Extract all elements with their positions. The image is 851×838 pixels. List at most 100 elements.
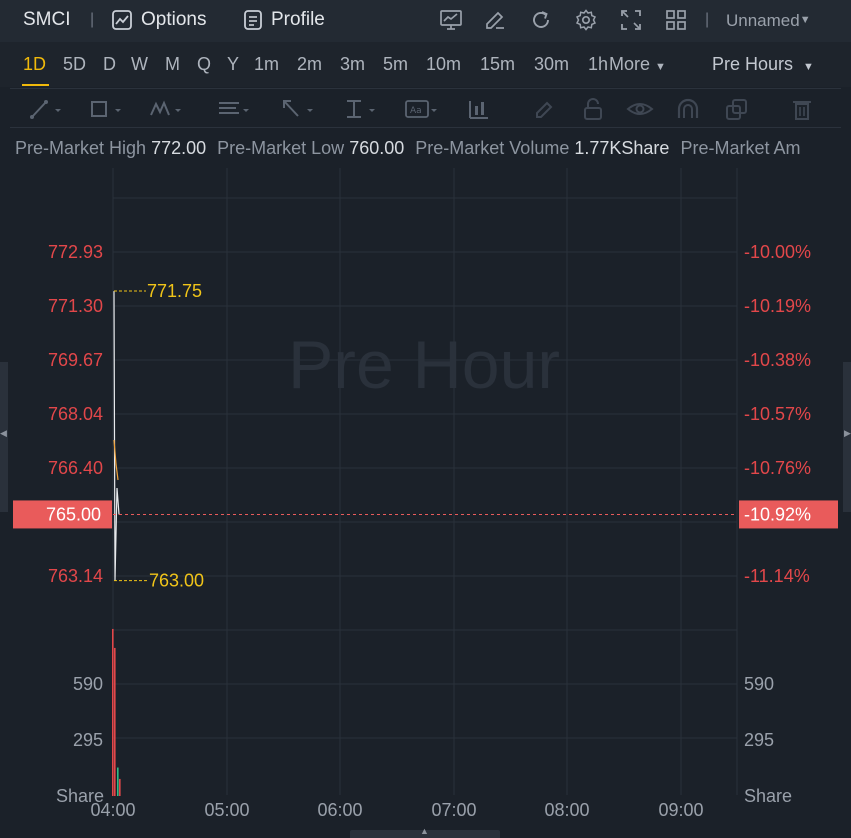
price-series xyxy=(113,291,120,581)
volume-axis: 590 590295 295Share Share xyxy=(56,674,792,806)
time-tick-label: 05:00 xyxy=(204,800,249,820)
options-tab[interactable]: Options xyxy=(111,9,206,31)
time-tick-label: 04:00 xyxy=(90,800,135,820)
timeframe-m[interactable]: M xyxy=(165,54,180,75)
fibonacci-tool-icon[interactable] xyxy=(216,97,250,121)
time-tick-label: 09:00 xyxy=(658,800,703,820)
more-dropdown[interactable]: More ▼ xyxy=(609,54,666,75)
pencil-icon[interactable] xyxy=(529,97,563,121)
chevron-left-icon: ◀ xyxy=(0,428,7,438)
refresh-icon[interactable] xyxy=(529,8,553,32)
price-tick-label: 771.30 xyxy=(48,296,103,316)
time-tick-label: 07:00 xyxy=(431,800,476,820)
copy-icon[interactable] xyxy=(720,97,754,121)
price-chart[interactable]: Pre Hour 772.93771.30769.67768.04766.407… xyxy=(0,168,851,830)
chevron-right-icon: ▶ xyxy=(844,428,851,438)
volume-bars xyxy=(112,628,121,796)
candle-tool-icon[interactable] xyxy=(466,97,500,121)
price-tick-label: 772.93 xyxy=(48,242,103,262)
premarket-low-value: 760.00 xyxy=(349,138,405,158)
separator: | xyxy=(90,11,95,28)
premarket-low-label: Pre-Market Low xyxy=(217,138,345,158)
volume-tick-label: 590 xyxy=(73,674,103,694)
left-panel-toggle[interactable]: ◀ xyxy=(0,362,8,512)
price-tick-label: 763.14 xyxy=(48,566,103,586)
volume-bar xyxy=(117,767,119,796)
timeframe-bar: 1D 5D D W M Q Y 1m 2m 3m 5m 10m 15m 30m … xyxy=(0,42,851,87)
fullscreen-icon[interactable] xyxy=(619,8,643,32)
price-tick-label: 768.04 xyxy=(48,404,103,424)
timeframe-y[interactable]: Y xyxy=(227,54,239,75)
timeframe-5m[interactable]: 5m xyxy=(383,54,408,75)
timeframe-15m[interactable]: 15m xyxy=(480,54,515,75)
layout-selector[interactable]: Unnamed▼ xyxy=(726,11,811,31)
trendline-tool-icon[interactable] xyxy=(28,97,62,121)
arrow-tool-icon[interactable] xyxy=(280,97,314,121)
chart-monitor-icon[interactable] xyxy=(439,8,463,32)
current-percent-label: -10.92% xyxy=(744,504,811,524)
pattern-tool-icon[interactable] xyxy=(148,97,182,121)
separator: | xyxy=(705,11,710,28)
lock-icon[interactable] xyxy=(577,97,611,121)
timeframe-10m[interactable]: 10m xyxy=(426,54,461,75)
percent-tick-label: -10.19% xyxy=(744,296,811,316)
volume-bar xyxy=(114,647,116,796)
timeframe-1h[interactable]: 1h xyxy=(588,54,608,75)
grid-layout-icon[interactable] xyxy=(664,8,688,32)
profile-label: Profile xyxy=(271,9,325,30)
trash-icon[interactable] xyxy=(785,97,819,121)
profile-tab[interactable]: Profile xyxy=(243,9,325,31)
text-tool-icon[interactable]: Aa xyxy=(404,97,438,121)
right-panel-toggle[interactable]: ▶ xyxy=(843,362,851,512)
timeframe-5d[interactable]: 5D xyxy=(63,54,86,75)
price-tick-label: 766.40 xyxy=(48,458,103,478)
settings-icon[interactable] xyxy=(574,8,598,32)
eye-icon[interactable] xyxy=(624,97,658,121)
options-label: Options xyxy=(141,9,207,30)
top-toolbar: SMCI | Options Profile | Unnamed▼ xyxy=(0,0,851,42)
draw-edit-icon[interactable] xyxy=(483,8,507,32)
more-label: More xyxy=(609,54,651,74)
volume-tick-label-right: 295 xyxy=(744,730,774,750)
volume-bar xyxy=(119,778,121,796)
volume-bar xyxy=(112,628,114,796)
premarket-volume-value: 1.77KShare xyxy=(574,138,670,158)
chevron-up-icon: ▲ xyxy=(420,826,429,836)
layout-name: Unnamed xyxy=(726,11,800,30)
bottom-panel-toggle[interactable]: ▲ xyxy=(350,826,500,838)
timeframe-1m[interactable]: 1m xyxy=(254,54,279,75)
caret-down-icon: ▼ xyxy=(799,14,811,26)
high-marker-label: 771.75 xyxy=(147,281,202,301)
options-icon xyxy=(112,10,132,30)
timeframe-d[interactable]: D xyxy=(103,54,116,75)
percent-tick-label: -11.14% xyxy=(744,566,810,586)
timeframe-3m[interactable]: 3m xyxy=(340,54,365,75)
chart-grid xyxy=(112,168,738,795)
magnet-icon[interactable] xyxy=(672,97,706,121)
price-axis-left: 772.93 771.30 769.67 768.04 766.40 763.14 xyxy=(48,242,103,586)
premarket-high-value: 772.00 xyxy=(151,138,207,158)
premarket-stats: Pre-Market High 772.00 Pre-Market Low 76… xyxy=(15,138,845,159)
price-line xyxy=(113,291,120,581)
low-marker-label: 763.00 xyxy=(149,571,204,591)
drawing-toolbar: Aa xyxy=(10,88,841,128)
timeframe-w[interactable]: W xyxy=(131,54,148,75)
current-price-label: 765.00 xyxy=(46,504,101,524)
time-tick-label: 06:00 xyxy=(317,800,362,820)
premarket-high-label: Pre-Market High xyxy=(15,138,147,158)
percent-tick-label: -10.38% xyxy=(744,350,811,370)
measure-tool-icon[interactable] xyxy=(342,97,376,121)
document-icon xyxy=(244,10,262,30)
percent-tick-label: -10.76% xyxy=(744,458,811,478)
timeframe-2m[interactable]: 2m xyxy=(297,54,322,75)
timeframe-30m[interactable]: 30m xyxy=(534,54,569,75)
session-dropdown[interactable]: Pre Hours ▼ xyxy=(712,54,814,75)
time-tick-label: 08:00 xyxy=(544,800,589,820)
svg-text:Aa: Aa xyxy=(410,106,422,116)
symbol-label[interactable]: SMCI xyxy=(23,9,71,31)
rectangle-tool-icon[interactable] xyxy=(88,97,122,121)
timeframe-q[interactable]: Q xyxy=(197,54,211,75)
volume-unit-label-right: Share xyxy=(744,786,792,806)
session-label: Pre Hours xyxy=(712,54,794,74)
timeframe-1d[interactable]: 1D xyxy=(23,54,46,75)
